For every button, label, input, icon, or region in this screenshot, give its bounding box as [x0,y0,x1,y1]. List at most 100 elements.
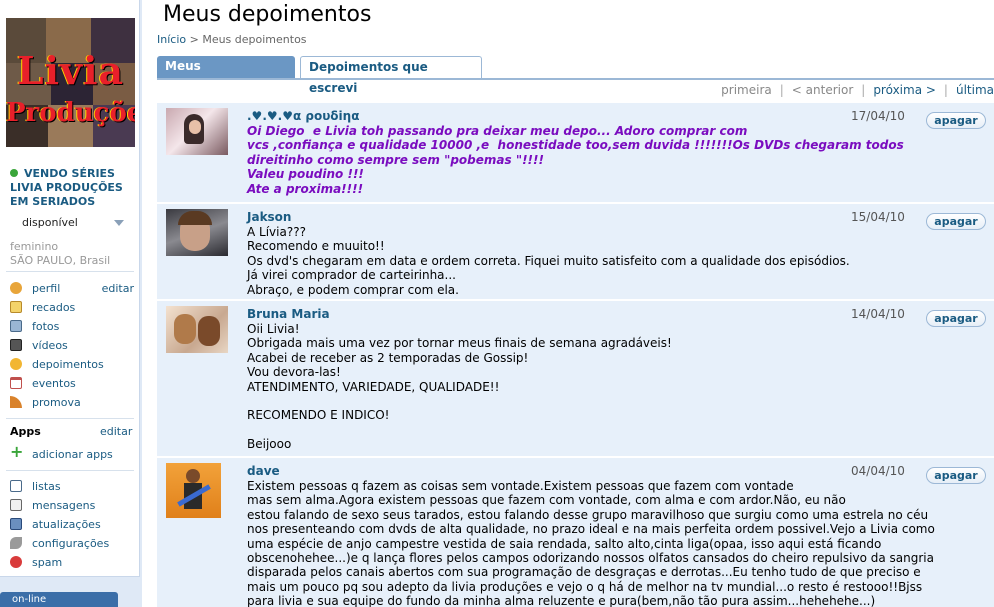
author-name-link[interactable]: dave [247,464,280,478]
profile-gender: feminino [10,240,59,253]
nav-item-perfil[interactable]: perfil editar [8,279,134,298]
pager-next[interactable]: próxima > [873,83,936,97]
photo-icon [10,320,22,332]
author-avatar[interactable] [166,306,228,353]
delete-button[interactable]: apagar [926,310,986,327]
pager-prev[interactable]: < anterior [792,83,853,97]
testimonial-item: Bruna Maria 14/04/10 apagar Oii Livia! O… [157,299,994,456]
delete-button[interactable]: apagar [926,112,986,129]
pager-separator: | [861,83,866,97]
nav-item-eventos[interactable]: eventos [8,374,134,393]
nav-label: listas [32,480,61,493]
nav-label: recados [32,301,76,314]
user-icon [10,282,22,294]
add-apps-link[interactable]: + adicionar apps [8,442,134,464]
nav-item-configuracoes[interactable]: configurações [8,534,134,553]
list-icon [10,480,22,492]
page-title: Meus depoimentos [163,2,372,27]
profile-name-text: VENDO SÉRIES LIVIA PRODUÇÕES EM SERIADOS [10,167,123,208]
author-avatar[interactable] [166,209,228,256]
testimonial-date: 17/04/10 [851,109,905,123]
testimonial-item: .♥.♥.♥α ρουδiηα 17/04/10 apagar Oi Diego… [157,101,994,202]
calendar-icon [10,377,22,389]
nav-label: fotos [32,320,60,333]
testimonial-item: Jakson 15/04/10 apagar A Lívia??? Recome… [157,202,994,299]
nav-label: configurações [32,537,110,550]
breadcrumb: Início > Meus depoimentos [157,33,307,46]
sun-icon [10,358,22,370]
testimonial-text: A Lívia??? Recomendo e muuito!! Os dvd's… [247,225,850,297]
author-avatar[interactable] [166,463,221,518]
film-icon [10,339,22,351]
apps-header: Apps [10,425,41,438]
nav-label: perfil [32,282,61,295]
profile-photo[interactable]: Livia Produções [6,18,135,147]
plus-icon: + [10,442,24,461]
testimonial-text: Existem pessoas q fazem as coisas sem vo… [247,479,935,607]
nav-item-depoimentos[interactable]: depoimentos [8,355,134,374]
breadcrumb-home-link[interactable]: Início [157,33,186,46]
profile-location: SÃO PAULO, Brasil [10,254,111,267]
tab-underline [157,78,994,80]
spam-icon [10,556,22,568]
divider [6,418,134,419]
nav-label: adicionar apps [32,448,113,461]
nav-item-mensagens[interactable]: mensagens [8,496,134,515]
status-select[interactable]: disponível [10,213,130,233]
testimonial-text: Oi Diego e Livia toh passando pra deixar… [247,124,904,196]
breadcrumb-separator: > [186,33,203,46]
nav-label: eventos [32,377,76,390]
online-status-dot [10,169,18,177]
envelope-icon [10,499,22,511]
main-content: Meus depoimentos Início > Meus depoiment… [152,0,994,607]
wrench-icon [10,537,22,549]
status-value: disponível [22,216,78,229]
tab-depoimentos-que-escrevi[interactable]: Depoimentos que escrevi [300,56,482,95]
nav-item-promova[interactable]: promova [8,393,134,412]
notepad-icon [10,301,22,313]
delete-button[interactable]: apagar [926,213,986,230]
profile-nav: perfil editar recados fotos vídeos depoi… [8,279,134,412]
pager-first[interactable]: primeira [721,83,772,97]
logo-word-producoes: Produções [6,98,135,128]
nav-item-spam[interactable]: spam [8,553,134,572]
nav-label: atualizações [32,518,101,531]
pager-separator: | [943,83,948,97]
pagination: primeira | < anterior | próxima > | última [721,83,994,97]
testimonial-date: 15/04/10 [851,210,905,224]
nav-label: depoimentos [32,358,104,371]
author-avatar[interactable] [166,108,228,155]
online-chat-tab[interactable]: on-line [0,592,118,607]
author-name-link[interactable]: Jakson [247,210,291,224]
nav-item-atualizacoes[interactable]: atualizações [8,515,134,534]
nav-item-videos[interactable]: vídeos [8,336,134,355]
nav-label: spam [32,556,63,569]
left-sidebar: Livia Produções VENDO SÉRIES LIVIA PRODU… [0,0,142,607]
logo-word-livia: Livia [16,48,125,93]
divider [6,271,134,272]
apps-nav: + adicionar apps [8,442,134,464]
broadcast-icon [10,396,22,408]
author-name-link[interactable]: Bruna Maria [247,307,330,321]
pager-last[interactable]: última [956,83,994,97]
profile-name[interactable]: VENDO SÉRIES LIVIA PRODUÇÕES EM SERIADOS [10,167,140,209]
author-name-link[interactable]: .♥.♥.♥α ρουδiηα [247,109,359,123]
divider [6,470,134,471]
updates-icon [10,518,22,530]
testimonial-date: 14/04/10 [851,307,905,321]
pager-separator: | [779,83,784,97]
nav-item-fotos[interactable]: fotos [8,317,134,336]
testimonial-text: Oii Livia! Obrigada mais uma vez por tor… [247,322,672,452]
testimonial-item: dave 04/04/10 apagar Existem pessoas q f… [157,456,994,607]
chevron-down-icon [114,220,124,226]
profile-panel: Livia Produções VENDO SÉRIES LIVIA PRODU… [0,0,140,577]
nav-item-listas[interactable]: listas [8,477,134,496]
nav-label: vídeos [32,339,68,352]
edit-profile-link[interactable]: editar [102,279,134,298]
tab-meus-depoimentos[interactable]: Meus depoimentos [157,56,295,94]
nav-item-recados[interactable]: recados [8,298,134,317]
testimonial-date: 04/04/10 [851,464,905,478]
edit-apps-link[interactable]: editar [100,425,132,438]
settings-nav: listas mensagens atualizações configuraç… [8,477,134,572]
nav-label: mensagens [32,499,96,512]
